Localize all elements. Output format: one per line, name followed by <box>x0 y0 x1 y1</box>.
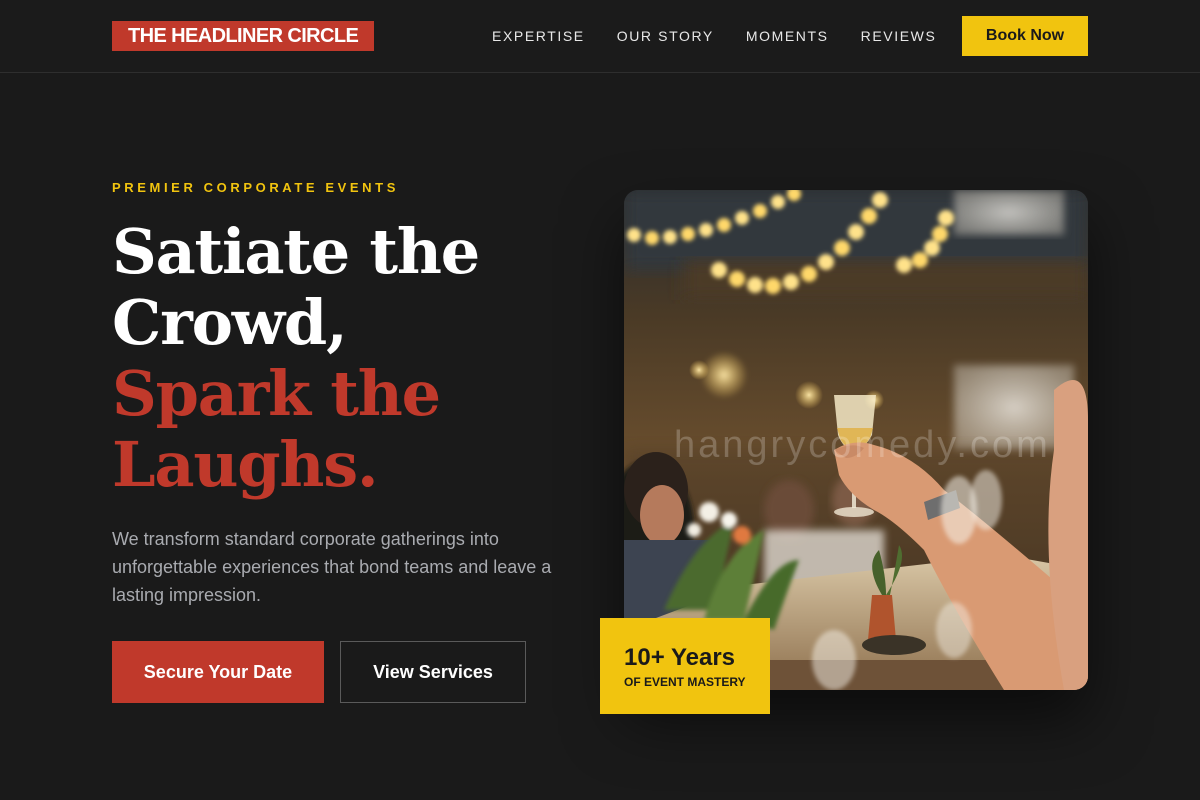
headline-line-2: Crowd, <box>112 286 348 359</box>
hero-description: We transform standard corporate gatherin… <box>112 529 552 605</box>
book-now-button[interactable]: Book Now <box>962 16 1088 56</box>
hero-headline: Satiate the Crowd, Spark the Laughs. <box>112 216 592 500</box>
hero-eyebrow: PREMIER CORPORATE EVENTS <box>112 180 399 195</box>
image-watermark: hangrycomedy.com <box>674 424 1051 466</box>
nav-links: EXPERTISE OUR STORY MOMENTS REVIEWS <box>492 27 968 45</box>
headline-line-4: Laughs. <box>112 428 379 501</box>
nav-link-reviews[interactable]: REVIEWS <box>861 27 937 45</box>
nav-link-expertise[interactable]: EXPERTISE <box>492 27 585 45</box>
nav-link-moments[interactable]: MOMENTS <box>746 27 829 45</box>
landing-page: THE HEADLINER CIRCLE EXPERTISE OUR STORY… <box>0 0 1200 800</box>
secure-your-date-button[interactable]: Secure Your Date <box>112 641 324 703</box>
top-navigation: THE HEADLINER CIRCLE EXPERTISE OUR STORY… <box>0 0 1200 73</box>
badge-value: 10+ Years <box>624 644 736 671</box>
experience-badge: 10+ Years OF EVENT MASTERY <box>600 618 770 714</box>
badge-caption: OF EVENT MASTERY <box>624 675 746 689</box>
view-services-button[interactable]: View Services <box>340 641 526 703</box>
headline-line-1: Satiate the <box>112 215 480 288</box>
brand-logo[interactable]: THE HEADLINER CIRCLE <box>112 21 375 51</box>
headline-line-3: Spark the <box>112 357 441 430</box>
nav-link-our-story[interactable]: OUR STORY <box>617 27 714 45</box>
